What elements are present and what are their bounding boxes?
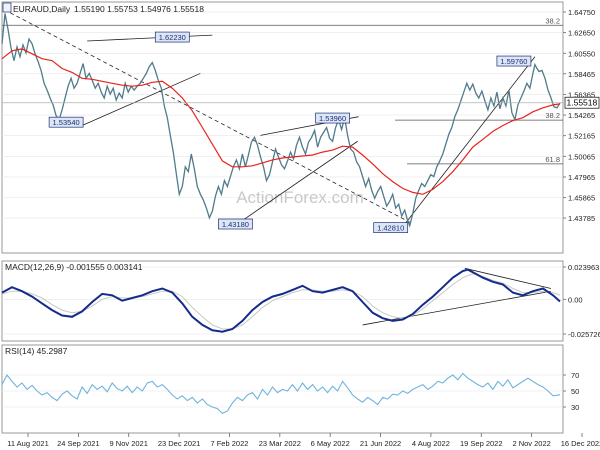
swing-label: 1.42810: [377, 224, 404, 233]
x-tick-label: 21 Jun 2022: [360, 439, 401, 448]
x-tick-label: 6 May 2022: [311, 439, 350, 448]
price-tick-label: 1.43785: [568, 214, 595, 223]
x-tick-label: 9 Nov 2021: [110, 439, 148, 448]
x-tick-label: 23 Dec 2021: [158, 439, 201, 448]
fib-level-label: 61.8: [545, 155, 560, 164]
x-tick-label: 24 Sep 2021: [57, 439, 100, 448]
x-tick-label: 2 Nov 2022: [512, 439, 550, 448]
forex-chart: ActionForex.com 38.2 38.2 61.8 1.62230 1.53…: [0, 0, 600, 450]
x-tick-label: 19 Sep 2022: [460, 439, 503, 448]
price-panel-title: EURAUD,Daily: [13, 4, 71, 14]
rsi-tick-label: 30: [571, 403, 579, 412]
fib-level-label: 38.2: [545, 16, 560, 25]
rsi-tick-label: 50: [571, 387, 579, 396]
swing-label: 1.53960: [319, 114, 346, 123]
ohlc-readout: 1.55190 1.55753 1.54976 1.55518: [74, 4, 204, 14]
last-price-label: 1.55518: [567, 98, 598, 108]
price-tick-label: 1.64750: [568, 8, 595, 17]
price-tick-label: 1.58465: [568, 70, 595, 79]
macd-tick-label: -0.025726: [568, 330, 600, 339]
price-tick-label: 1.62650: [568, 29, 595, 38]
macd-tick-label: 0.023963: [568, 263, 599, 272]
rsi-tick-label: 70: [571, 371, 579, 380]
price-tick-label: 1.50065: [568, 152, 595, 161]
price-tick-label: 1.47965: [568, 173, 595, 182]
swing-label: 1.59760: [500, 57, 527, 66]
swing-label: 1.53540: [53, 118, 80, 127]
price-tick-label: 1.54265: [568, 111, 595, 120]
rsi-panel-title: RSI(14) 45.2987: [5, 346, 68, 356]
price-tick-label: 1.45865: [568, 194, 595, 203]
price-tick-label: 1.52165: [568, 132, 595, 141]
x-tick-label: 7 Feb 2022: [210, 439, 248, 448]
swing-label: 1.62230: [159, 33, 186, 42]
macd-panel-title: MACD(12,26,9) -0.001555 0.003141: [5, 262, 143, 272]
x-tick-label: 23 Mar 2022: [259, 439, 301, 448]
watermark: ActionForex.com: [236, 188, 364, 207]
x-tick-label: 16 Dec 2022: [561, 439, 600, 448]
fib-level-label: 38.2: [545, 111, 560, 120]
last-price-tag: 1.55518: [564, 96, 600, 109]
collapse-icon[interactable]: [2, 2, 12, 13]
swing-label: 1.43180: [222, 220, 249, 229]
price-tick-label: 1.60550: [568, 49, 595, 58]
macd-tick-label: 0.00: [568, 295, 583, 304]
x-tick-label: 11 Aug 2021: [7, 439, 49, 448]
x-tick-label: 4 Aug 2022: [412, 439, 450, 448]
